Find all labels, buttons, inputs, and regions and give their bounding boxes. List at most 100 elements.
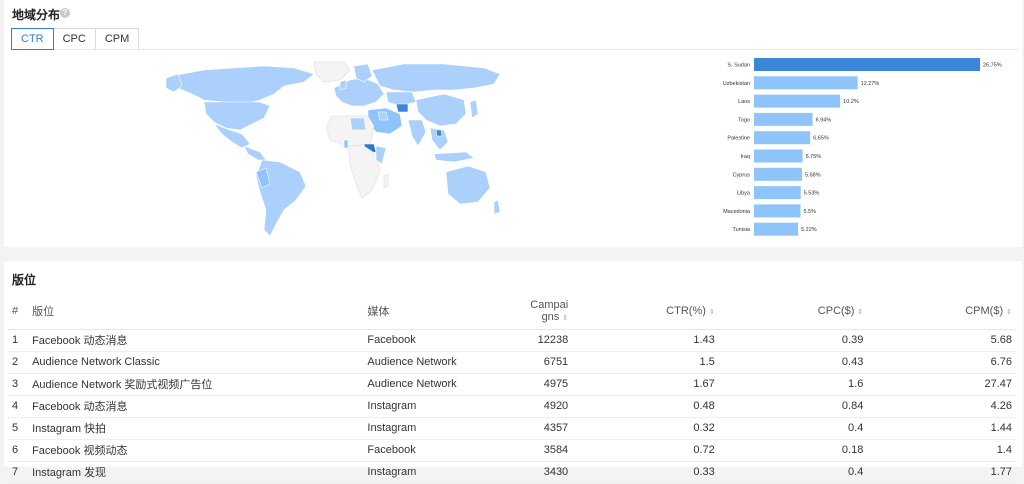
map-region-central-africa[interactable] (347, 145, 381, 199)
sort-icon[interactable]: ⇕ (857, 309, 863, 316)
map-region-china[interactable] (415, 93, 467, 127)
cell-placement: Audience Network Classic (30, 351, 368, 374)
bar[interactable] (754, 149, 803, 163)
cell-cpm: 27.47 (863, 373, 1016, 396)
cell-cpm: 4.26 (863, 395, 1016, 418)
sort-icon[interactable]: ⇕ (1006, 309, 1012, 316)
bar-category-label: Tunisia (732, 227, 750, 233)
map-region-japan[interactable] (469, 99, 479, 119)
bar[interactable] (754, 112, 813, 126)
cell-cpc: 0.43 (714, 351, 864, 374)
map-region-togo[interactable] (343, 139, 349, 149)
placement-table: # 版位 媒体 Campai gns ⇕ CTR(%) ⇕ CPC($) ⇕ CPM(… (8, 293, 1016, 484)
cell-ctr: 1.5 (568, 351, 715, 374)
bar[interactable] (754, 222, 799, 236)
cell-media: Facebook (367, 439, 498, 462)
map-region-north-africa[interactable] (325, 115, 375, 147)
cpc-header-label: CPC($) (817, 304, 855, 317)
map-region-indonesia[interactable] (433, 151, 475, 163)
tab-cpm[interactable]: CPM (94, 28, 140, 50)
bar-category-label: Togo (738, 117, 750, 123)
bar[interactable] (754, 76, 858, 90)
cell-campaigns: 4920 (497, 395, 569, 418)
bar[interactable] (754, 204, 801, 218)
cell-cpc: 1.6 (714, 373, 864, 396)
table-row[interactable]: 3 Audience Network 奖励式视频广告位 Audience Net… (8, 373, 1016, 396)
map-region-india[interactable] (407, 119, 427, 147)
table-header-row: # 版位 媒体 Campai gns ⇕ CTR(%) ⇕ CPC($) ⇕ CPM(… (8, 293, 1016, 330)
cell-placement: Facebook 视频动态 (30, 439, 368, 462)
cell-media: Audience Network (367, 373, 498, 396)
bar-value-label: 12.27% (861, 81, 880, 87)
bar-value-label: 6.94% (816, 117, 832, 123)
map-region-uzbekistan[interactable] (395, 103, 409, 113)
map-region-usa[interactable] (203, 101, 271, 131)
table-row[interactable]: 4 Facebook 动态消息 Instagram 4920 0.48 0.84… (8, 395, 1016, 418)
sort-icon[interactable]: ⇕ (709, 309, 715, 316)
table-row[interactable]: 2 Audience Network Classic Audience Netw… (8, 351, 1016, 374)
cell-cpm: 1.4 (863, 439, 1016, 462)
map-region-uk[interactable] (339, 79, 347, 91)
bar[interactable] (754, 167, 802, 181)
bar[interactable] (754, 131, 811, 145)
placement-section-title: 版位 (12, 273, 37, 287)
table-row[interactable]: 1 Facebook 动态消息 Facebook 12238 1.43 0.39… (8, 329, 1016, 352)
cell-num: 5 (8, 417, 31, 440)
map-region-canada[interactable] (171, 65, 315, 105)
column-header-num: # (8, 293, 31, 330)
cell-ctr: 1.43 (568, 329, 715, 352)
cell-num: 2 (8, 351, 31, 374)
cell-cpm: 5.68 (863, 329, 1016, 352)
bar-category-label: Palestine (727, 136, 750, 142)
cell-ctr: 0.48 (568, 395, 715, 418)
bar-value-label: 10.2% (843, 99, 859, 105)
column-header-campaigns[interactable]: Campai gns ⇕ (497, 293, 569, 330)
map-region-libya[interactable] (349, 117, 367, 131)
cell-num: 7 (8, 461, 31, 484)
map-region-australia[interactable] (445, 165, 491, 205)
column-header-cpm[interactable]: CPM($) ⇕ (863, 293, 1016, 330)
cell-num: 6 (8, 439, 31, 462)
world-map[interactable] (164, 60, 504, 240)
geo-section-title: 地域分布 (12, 8, 61, 22)
tab-cpc[interactable]: CPC (52, 28, 96, 50)
cell-cpm: 1.77 (863, 461, 1016, 484)
cell-cpc: 0.18 (714, 439, 864, 462)
sort-icon[interactable]: ⇕ (562, 315, 568, 322)
cell-media: Facebook (367, 329, 498, 352)
bar-value-label: 5.53% (804, 191, 820, 197)
table-row[interactable]: 5 Instagram 快拍 Instagram 4357 0.32 0.4 1… (8, 417, 1016, 440)
bar[interactable] (754, 186, 801, 200)
bar[interactable] (754, 94, 841, 108)
bar-value-label: 5.68% (805, 172, 821, 178)
column-header-ctr[interactable]: CTR(%) ⇕ (568, 293, 715, 330)
column-header-cpc[interactable]: CPC($) ⇕ (714, 293, 864, 330)
map-region-madagascar[interactable] (383, 173, 389, 189)
cell-placement: Facebook 动态消息 (30, 329, 368, 352)
map-region-central-america[interactable] (243, 145, 267, 161)
bar[interactable] (754, 58, 980, 71)
cell-cpc: 0.4 (714, 461, 864, 484)
ctr-header-label: CTR(%) (666, 304, 706, 317)
bar-value-label: 5.75% (806, 154, 822, 160)
cell-campaigns: 3430 (497, 461, 569, 484)
tab-divider (12, 49, 1018, 50)
cell-placement: Instagram 发现 (30, 461, 368, 484)
cell-ctr: 0.32 (568, 417, 715, 440)
map-region-greenland[interactable] (313, 61, 351, 83)
tab-ctr[interactable]: CTR (11, 28, 54, 50)
table-row[interactable]: 6 Facebook 视频动态 Facebook 3584 0.72 0.18 … (8, 439, 1016, 462)
cell-media: Instagram (367, 417, 498, 440)
bar-value-label: 26.75% (983, 63, 1002, 69)
cell-num: 3 (8, 373, 31, 396)
map-region-iraq[interactable] (377, 111, 389, 121)
geo-distribution-panel: 地域分布 ? CTR CPC CPM S. Sudan 26.75% Uzbek… (4, 0, 1022, 247)
cell-cpc: 0.84 (714, 395, 864, 418)
map-region-russia[interactable] (371, 63, 501, 93)
map-region-new-zealand[interactable] (493, 199, 501, 215)
table-row[interactable]: 7 Instagram 发现 Instagram 3430 0.33 0.4 1… (8, 461, 1016, 484)
map-region-east-africa[interactable] (375, 145, 387, 165)
map-region-laos[interactable] (435, 129, 443, 137)
cell-campaigns: 3584 (497, 439, 569, 462)
help-icon[interactable]: ? (60, 8, 70, 18)
